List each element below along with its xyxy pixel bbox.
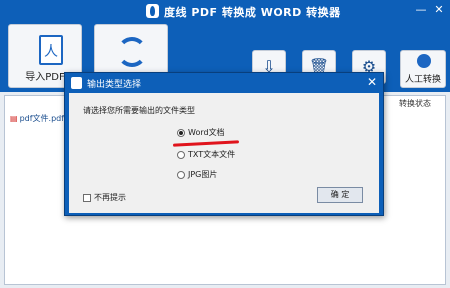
refresh-icon — [117, 37, 147, 67]
radio-jpg[interactable] — [177, 170, 185, 179]
title-bar: 度线 PDF 转换成 WORD 转换器 — ✕ — [0, 0, 450, 22]
file-name: pdf文件.pdf — [19, 114, 65, 123]
option-word-label: Word文档 — [188, 128, 225, 137]
dialog-title: 输出类型选择 — [87, 80, 142, 90]
pdf-small-icon: ▤ — [10, 114, 18, 123]
option-txt-label: TXT文本文件 — [188, 150, 236, 159]
red-underline-annotation — [172, 140, 240, 147]
pdf-file-icon — [39, 35, 63, 65]
file-list-item[interactable]: ▤ pdf文件.pdf — [10, 113, 64, 124]
status-column-header: 转换状态 — [399, 99, 431, 108]
manual-convert-label: 人工转换 — [404, 75, 441, 85]
minimize-button[interactable]: — — [414, 3, 428, 17]
close-button[interactable]: ✕ — [432, 3, 446, 17]
output-type-dialog: 输出类型选择 ✕ 请选择您所需要输出的文件类型 Word文档 TXT文本文件 J… — [64, 72, 384, 216]
option-word[interactable]: Word文档 — [177, 127, 225, 138]
manual-convert-button[interactable]: 人工转换 — [400, 50, 446, 88]
app-title: 度线 PDF 转换成 WORD 转换器 — [164, 6, 341, 19]
no-remind-checkbox[interactable] — [83, 193, 91, 202]
option-txt[interactable]: TXT文本文件 — [177, 149, 235, 160]
no-remind-option[interactable]: 不再提示 — [83, 192, 126, 203]
radio-word[interactable] — [177, 128, 185, 137]
person-icon — [417, 54, 431, 68]
dialog-body: 请选择您所需要输出的文件类型 Word文档 TXT文本文件 JPG图片 不再提示… — [69, 93, 379, 213]
dialog-logo-icon — [71, 77, 82, 89]
app-logo-icon — [146, 4, 159, 18]
dialog-close-button[interactable]: ✕ — [367, 75, 377, 89]
radio-txt[interactable] — [177, 150, 185, 159]
dialog-prompt: 请选择您所需要输出的文件类型 — [83, 106, 195, 115]
no-remind-label: 不再提示 — [94, 193, 126, 202]
option-jpg[interactable]: JPG图片 — [177, 169, 217, 180]
option-jpg-label: JPG图片 — [188, 170, 218, 179]
ok-button[interactable]: 确 定 — [317, 187, 363, 203]
